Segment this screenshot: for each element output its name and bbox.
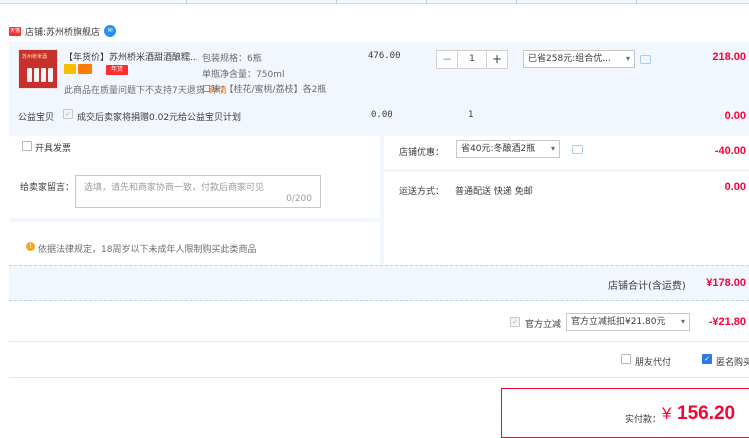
- friend-pay-label[interactable]: 朋友代付: [635, 355, 671, 368]
- item-subtotal: 218.00: [712, 51, 746, 63]
- sku-pack: 包装规格：6瓶: [202, 54, 262, 64]
- payment-amount: 156.20: [677, 403, 736, 424]
- friend-pay-checkbox[interactable]: [621, 354, 631, 364]
- charity-subtotal: 0.00: [724, 110, 746, 122]
- increase-button[interactable]: +: [487, 51, 507, 68]
- anonymous-label[interactable]: 匿名购买: [716, 355, 749, 368]
- product-title-link[interactable]: 【年货价】苏州桥米酒甜酒酿糯...: [64, 50, 197, 63]
- shop-discount-amount: -40.00: [714, 145, 746, 157]
- official-discount-amount: -¥21.80: [708, 316, 746, 328]
- law-note: 依据法律规定，18周岁以下未成年人限制购买此类商品: [38, 245, 257, 255]
- currency-symbol: ¥: [662, 404, 672, 423]
- chevron-down-icon: ▾: [680, 317, 685, 326]
- shop-row: 天猫 店铺: 苏州桥旗舰店 ✉: [9, 22, 117, 40]
- shop-discount-select[interactable]: 省40元:冬酿酒2瓶 ▾: [456, 140, 560, 158]
- card-icon: [78, 64, 92, 74]
- seller-message-input[interactable]: 选填，请先和商家协商一致，付款后商家可见 0/200: [75, 175, 321, 208]
- official-discount-select[interactable]: 官方立减抵扣¥21.80元 ▾: [566, 313, 690, 331]
- shop-total-amount: ¥178.00: [706, 277, 746, 289]
- chevron-down-icon: ▾: [625, 54, 630, 63]
- warning-icon: !: [26, 242, 35, 251]
- message-char-count: 0/200: [286, 194, 312, 204]
- sku-volume: 单瓶净含量：750ml: [202, 70, 285, 80]
- promo-tag: 年货: [106, 65, 128, 75]
- divider: [9, 341, 749, 342]
- sku-flavor: 口味：【桂花/蜜桃/荔枝】各2瓶: [202, 85, 327, 95]
- shop-label: 店铺:: [25, 27, 47, 38]
- charity-text: 成交后卖家将捐赠0.02元给公益宝贝计划: [77, 113, 242, 123]
- official-discount-checkbox: ✓: [510, 317, 520, 327]
- quantity-input[interactable]: 1: [457, 51, 487, 68]
- quantity-stepper: − 1 +: [436, 50, 508, 69]
- anonymous-checkbox[interactable]: ✓: [702, 354, 712, 364]
- payment-summary: 实付款： ¥ 156.20: [501, 388, 749, 438]
- charity-checkbox: ✓: [63, 109, 73, 119]
- table-header-strip: [0, 0, 749, 4]
- charity-label: 公益宝贝: [18, 113, 55, 123]
- shipping-label: 运送方式：: [399, 187, 445, 197]
- tmall-badge: 天猫: [9, 26, 21, 36]
- invoice-label[interactable]: 开具发票: [35, 141, 71, 154]
- discount-info-icon[interactable]: [640, 55, 651, 64]
- charity-qty: 1: [468, 110, 474, 120]
- divider: [9, 377, 749, 378]
- decrease-button[interactable]: −: [437, 51, 457, 68]
- message-label: 给卖家留言：: [20, 183, 75, 193]
- shop-name-link[interactable]: 苏州桥旗舰店: [46, 25, 100, 38]
- wangwang-icon[interactable]: ✉: [104, 25, 117, 37]
- guarantee-icon: [64, 64, 76, 74]
- charity-price: 0.00: [371, 110, 393, 120]
- shop-discount-info-icon[interactable]: [572, 145, 583, 154]
- shipping-value: 普通配送 快递 免邮: [455, 187, 533, 197]
- invoice-checkbox[interactable]: [22, 141, 32, 151]
- chevron-down-icon: ▾: [550, 144, 555, 153]
- shop-discount-label: 店铺优惠：: [399, 148, 445, 158]
- order-panel: [9, 42, 749, 264]
- item-discount-select[interactable]: 已省258元:组合优... ▾: [523, 50, 635, 68]
- payment-label: 实付款：: [625, 415, 662, 425]
- product-thumbnail[interactable]: 苏州桥米酒: [18, 49, 58, 89]
- official-discount-label: 官方立减: [525, 320, 562, 330]
- shipping-amount: 0.00: [724, 181, 746, 193]
- shop-total-label: 店铺合计(含运费): [608, 281, 686, 292]
- unit-price: 476.00: [368, 51, 401, 61]
